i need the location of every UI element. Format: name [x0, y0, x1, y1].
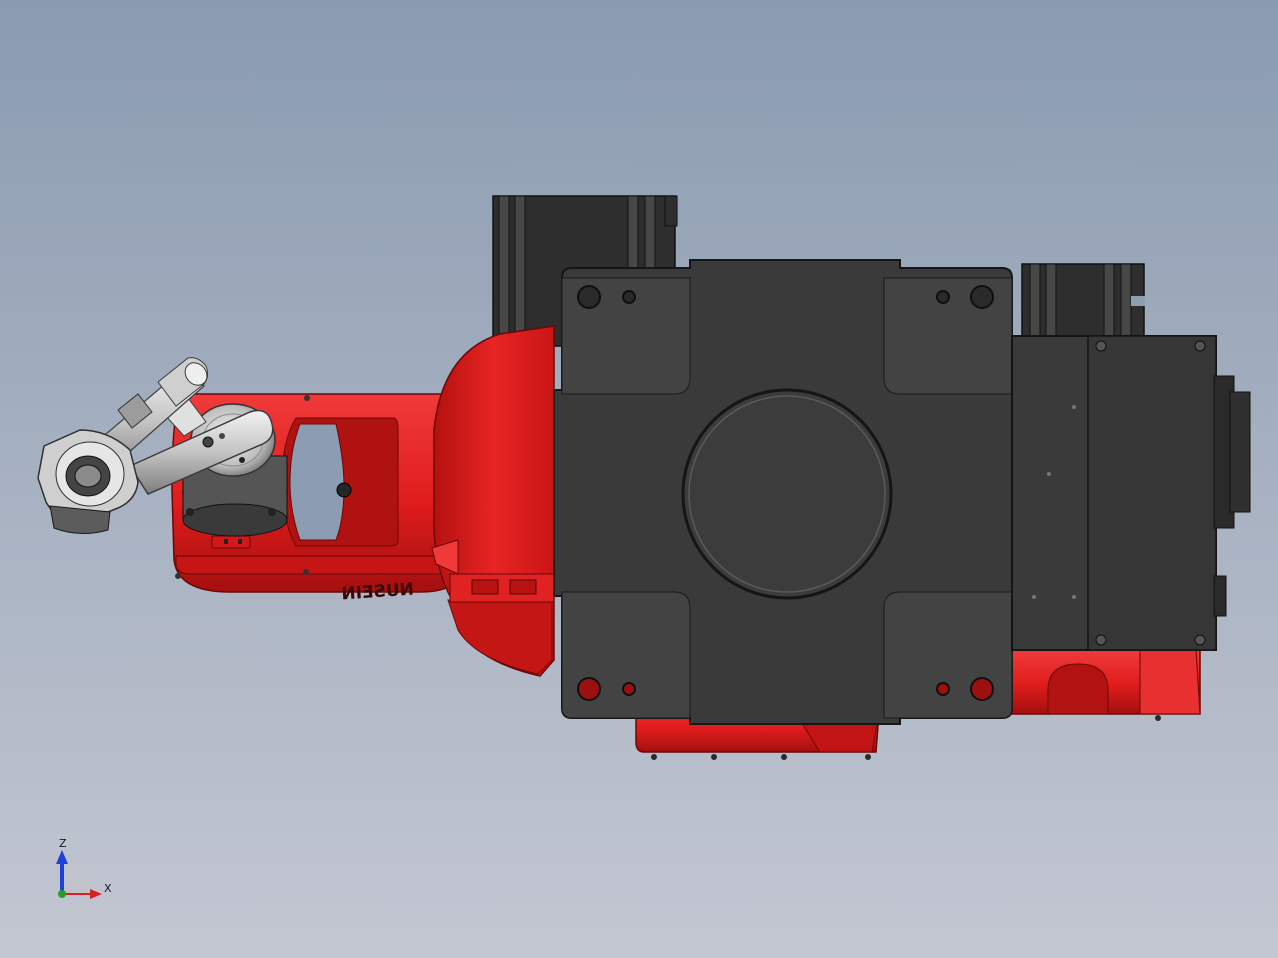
- z-axis-label: Z: [59, 837, 67, 850]
- controller-box[interactable]: [1011, 335, 1251, 651]
- model-render[interactable]: NUSEIN: [0, 0, 1278, 958]
- red-side-block[interactable]: [1009, 649, 1201, 721]
- cad-viewport[interactable]: NUSEIN Z X: [0, 0, 1278, 958]
- robot-base-plate[interactable]: [553, 259, 1017, 725]
- x-axis-label: X: [104, 882, 112, 895]
